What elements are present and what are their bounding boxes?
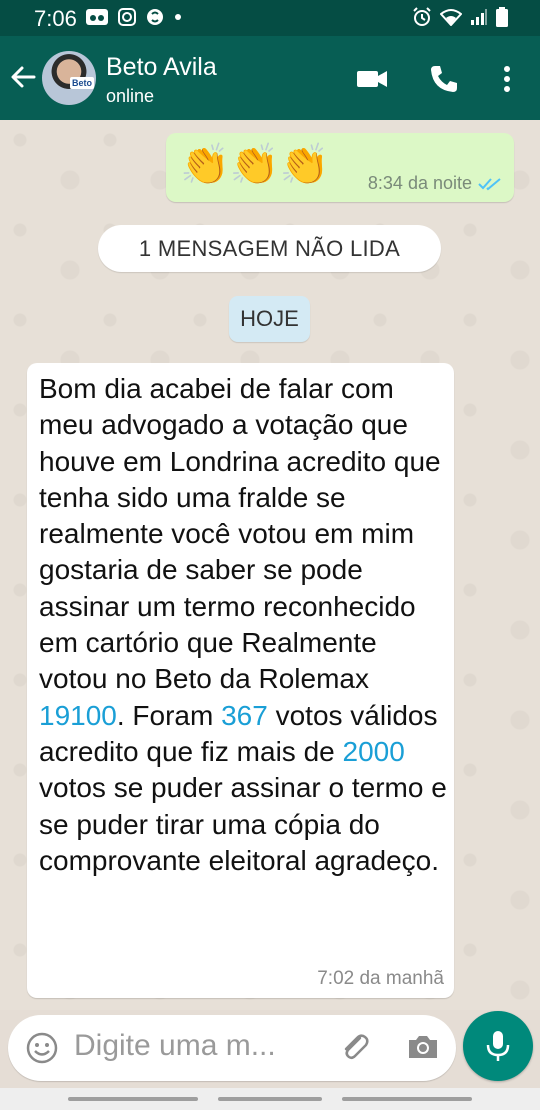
dot-icon (175, 14, 181, 20)
phone-number-link[interactable]: 2000 (343, 736, 405, 767)
status-time: 7:06 (34, 6, 77, 31)
signal-icon (471, 9, 487, 25)
outgoing-message[interactable]: 👏👏👏 8:34 da noite (166, 133, 514, 202)
alarm-icon (413, 7, 431, 26)
phone-number-link[interactable]: 367 (221, 700, 268, 731)
avatar-tag: Beto (70, 77, 94, 89)
nav-recents-bar[interactable] (342, 1097, 472, 1101)
date-divider: HOJE (229, 296, 310, 342)
contact-status: online (106, 86, 155, 106)
message-text-part: votos se puder assinar o termo e se pude… (39, 772, 447, 876)
nav-home-bar[interactable] (218, 1097, 322, 1101)
battery-icon (496, 7, 508, 27)
back-arrow-icon[interactable] (8, 62, 38, 92)
status-bar: 7:06 (0, 0, 540, 36)
phone-number-link[interactable]: 19100 (39, 700, 117, 731)
microphone-icon (486, 1031, 510, 1061)
message-composer: Digite uma m... (8, 1015, 456, 1081)
message-text-part: . Foram (116, 699, 222, 731)
unread-banner: 1 MENSAGEM NÃO LIDA (98, 225, 441, 272)
message-time: 7:02 da manhã (317, 968, 444, 989)
double-check-icon (478, 177, 501, 190)
attach-icon[interactable] (338, 1030, 372, 1064)
message-text-part: Bom dia acabei de falar com meu advogado… (39, 373, 441, 695)
voicemail-icon (86, 9, 108, 25)
incoming-message[interactable]: Bom dia acabei de falar com meu advogado… (27, 363, 454, 998)
message-emojis: 👏👏👏 (180, 143, 330, 187)
voice-message-button[interactable] (463, 1011, 533, 1081)
avatar[interactable]: Beto (42, 51, 96, 105)
instagram-icon (118, 8, 136, 26)
camera-icon[interactable] (406, 1030, 440, 1064)
contact-name[interactable]: Beto Avila (106, 53, 217, 82)
voice-call-icon[interactable] (427, 62, 461, 96)
wifi-icon (440, 9, 462, 26)
more-options-icon[interactable] (490, 62, 524, 96)
system-nav-bar (0, 1088, 540, 1110)
chat-header: Beto Beto Avila online (0, 36, 540, 120)
message-text: Bom dia acabei de falar com meu advogado… (39, 371, 449, 879)
shazam-icon (147, 9, 163, 25)
video-call-icon[interactable] (355, 62, 389, 96)
message-time: 8:34 da noite (367, 173, 472, 193)
nav-back-bar[interactable] (68, 1097, 198, 1101)
emoji-icon[interactable] (26, 1032, 58, 1064)
message-input[interactable]: Digite uma m... (74, 1029, 276, 1063)
